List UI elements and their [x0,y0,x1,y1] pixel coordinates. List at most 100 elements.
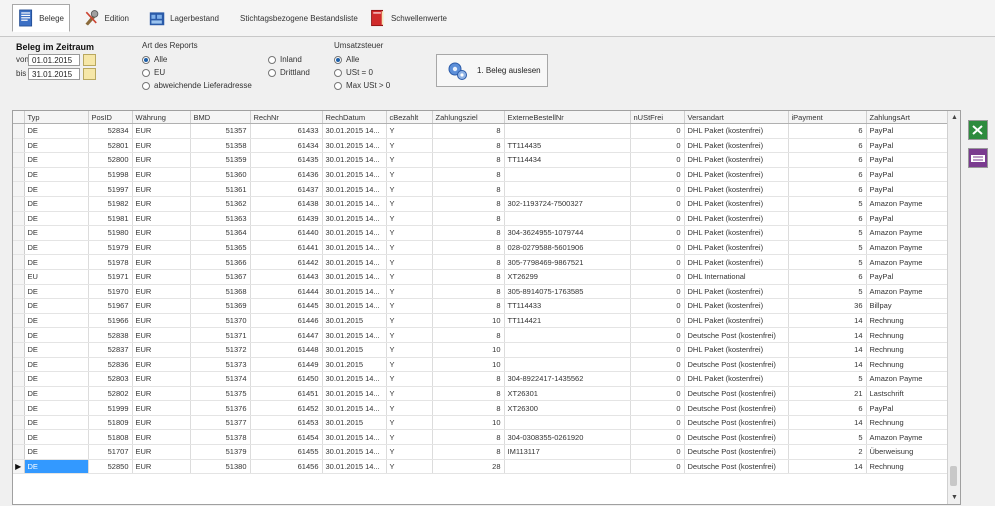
table-cell[interactable]: 0 [630,371,685,387]
table-cell[interactable]: 51707 [88,444,133,460]
table-cell[interactable]: Rechnung [866,327,949,343]
table-cell[interactable]: DHL Paket (kostenfrei) [684,152,789,168]
table-cell[interactable]: XT26299 [504,269,631,285]
excel-export-button[interactable] [968,120,988,140]
report-option-drittland[interactable]: Drittland [268,68,310,77]
table-cell[interactable]: 0 [630,254,685,270]
table-cell[interactable]: 30.01.2015 [322,313,387,329]
table-cell[interactable]: 51998 [88,167,133,183]
table-cell[interactable]: Y [386,313,433,329]
table-cell[interactable]: 8 [432,284,505,300]
table-cell[interactable] [504,211,631,227]
table-row[interactable]: DE 51707 EUR 51379 61455 30.01.2015 14... Y 8 IM… [13,444,949,460]
table-row[interactable]: DE 51998 EUR 51360 61436 30.01.2015 14... Y 8 0 D… [13,167,949,183]
table-row[interactable]: DE 52837 EUR 51372 61448 30.01.2015 Y 10 0 DHL Pa… [13,342,949,358]
table-cell[interactable]: Y [386,444,433,460]
table-cell[interactable]: EUR [132,138,191,154]
table-row[interactable]: DE 51999 EUR 51376 61452 30.01.2015 14... Y 8 XT… [13,400,949,416]
table-cell[interactable]: 61433 [250,123,323,139]
table-cell[interactable]: PayPal [866,181,949,197]
table-row[interactable]: DE 51980 EUR 51364 61440 30.01.2015 14... Y 8 30… [13,225,949,241]
table-cell[interactable]: EUR [132,342,191,358]
tab-schwellenwerte[interactable]: Schwellenwerte [364,4,452,32]
row-selector[interactable] [13,386,25,402]
table-cell[interactable]: 5 [788,240,867,256]
table-cell[interactable]: 61434 [250,138,323,154]
table-cell[interactable]: DHL Paket (kostenfrei) [684,371,789,387]
table-cell[interactable]: 61440 [250,225,323,241]
vertical-scrollbar[interactable]: ▲ ▼ [947,111,960,504]
table-cell[interactable]: TT114435 [504,138,631,154]
row-selector[interactable] [13,167,25,183]
table-cell[interactable]: 30.01.2015 14... [322,284,387,300]
table-cell[interactable]: DE [24,313,89,329]
table-cell[interactable]: Amazon Payme [866,284,949,300]
table-cell[interactable]: 304-3624955-1079744 [504,225,631,241]
table-cell[interactable]: 14 [788,327,867,343]
table-cell[interactable]: 8 [432,269,505,285]
table-cell[interactable]: Rechnung [866,357,949,373]
table-cell[interactable]: 61455 [250,444,323,460]
table-cell[interactable]: 52801 [88,138,133,154]
table-cell[interactable]: EU [24,269,89,285]
table-cell[interactable]: 61454 [250,429,323,446]
von-date-input[interactable]: 01.01.2015 [28,54,80,66]
table-cell[interactable]: DHL International [684,269,789,285]
table-cell[interactable]: Deutsche Post (kostenfrei) [684,444,789,460]
table-cell[interactable]: 61443 [250,269,323,285]
table-cell[interactable]: 61450 [250,371,323,387]
table-cell[interactable]: 30.01.2015 14... [322,196,387,212]
row-selector[interactable] [13,269,25,285]
table-cell[interactable]: 52836 [88,357,133,373]
row-selector[interactable] [13,123,25,139]
table-cell[interactable]: EUR [132,211,191,227]
table-cell[interactable]: 302-1193724-7500327 [504,196,631,212]
table-cell[interactable]: 8 [432,123,505,139]
table-cell[interactable]: 51364 [190,225,251,241]
table-row[interactable]: DE 52802 EUR 51375 61451 30.01.2015 14... Y 8 XT… [13,386,949,402]
table-cell[interactable]: 14 [788,459,867,475]
table-cell[interactable]: 51380 [190,459,251,475]
table-cell[interactable]: Y [386,284,433,300]
table-row[interactable]: DE 52836 EUR 51373 61449 30.01.2015 Y 10 0 Deutsc… [13,357,949,373]
table-cell[interactable]: 0 [630,459,685,475]
table-cell[interactable]: 51368 [190,284,251,300]
table-cell[interactable]: 30.01.2015 14... [322,371,387,387]
row-selector[interactable] [13,284,25,300]
table-cell[interactable]: 51371 [190,327,251,343]
ust-option-zero[interactable]: USt = 0 [334,68,373,77]
table-cell[interactable]: Y [386,240,433,256]
table-cell[interactable]: 61453 [250,415,323,431]
table-cell[interactable]: Y [386,386,433,402]
table-row[interactable]: DE 52834 EUR 51357 61433 30.01.2015 14... Y 8 0 D… [13,123,949,139]
table-row[interactable]: DE 52838 EUR 51371 61447 30.01.2015 14... Y 8 0 D… [13,327,949,343]
table-cell[interactable]: 30.01.2015 14... [322,152,387,168]
table-cell[interactable]: Deutsche Post (kostenfrei) [684,459,789,475]
table-cell[interactable]: 61439 [250,211,323,227]
table-cell[interactable]: Y [386,429,433,446]
table-cell[interactable]: DHL Paket (kostenfrei) [684,313,789,329]
table-cell[interactable]: 52850 [88,459,133,475]
table-cell[interactable]: 51363 [190,211,251,227]
table-cell[interactable]: 304-8922417-1435562 [504,371,631,387]
table-cell[interactable]: 52834 [88,123,133,139]
table-cell[interactable]: DE [24,167,89,183]
table-cell[interactable]: DE [24,152,89,168]
table-cell[interactable]: 8 [432,298,505,314]
row-selector[interactable] [13,211,25,227]
table-cell[interactable]: DHL Paket (kostenfrei) [684,342,789,358]
table-cell[interactable]: Amazon Payme [866,196,949,212]
table-cell[interactable]: 30.01.2015 [322,357,387,373]
table-cell[interactable]: 30.01.2015 14... [322,444,387,460]
table-cell[interactable]: 21 [788,386,867,402]
table-cell[interactable]: 51979 [88,240,133,256]
table-cell[interactable]: 0 [630,240,685,256]
table-cell[interactable]: 8 [432,196,505,212]
table-cell[interactable]: Y [386,138,433,154]
table-cell[interactable]: 61441 [250,240,323,256]
table-cell[interactable]: 36 [788,298,867,314]
table-cell[interactable]: 5 [788,284,867,300]
table-cell[interactable]: 52800 [88,152,133,168]
table-cell[interactable]: 10 [432,313,505,329]
table-cell[interactable]: EUR [132,225,191,241]
